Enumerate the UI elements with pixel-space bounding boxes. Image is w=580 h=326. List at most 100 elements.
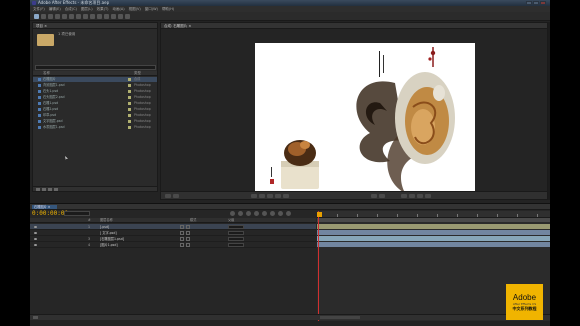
project-panel-tab[interactable]: 项目 ×	[33, 23, 157, 29]
trash-icon[interactable]	[54, 188, 58, 191]
visibility-eye-icon[interactable]	[34, 244, 37, 246]
layer-duration-bar[interactable]	[317, 236, 550, 241]
brainstorm-icon[interactable]	[270, 211, 275, 216]
menu-edit[interactable]: 编辑(E)	[49, 7, 61, 12]
mask-visibility-icon[interactable]	[267, 194, 273, 198]
switch-box-icon[interactable]	[180, 225, 184, 229]
new-comp-icon[interactable]	[48, 188, 52, 191]
zoom-slider[interactable]	[320, 316, 360, 319]
puppet-tool-icon[interactable]	[125, 14, 130, 19]
column-layer-name[interactable]: 图层名称	[100, 218, 113, 223]
label-color-icon[interactable]	[128, 126, 131, 129]
switch-box-icon[interactable]	[180, 243, 184, 247]
current-timecode[interactable]: 0:00:00:00	[32, 211, 68, 217]
project-item[interactable]: 水墨图层1.psd Photoshop	[33, 125, 157, 130]
work-area-bar[interactable]	[317, 218, 550, 222]
motion-blur-icon[interactable]	[262, 211, 267, 216]
switch-box-icon[interactable]	[180, 231, 184, 235]
timeline-search-input[interactable]	[64, 211, 90, 216]
menu-help[interactable]: 帮助(H)	[162, 7, 174, 12]
3d-view-dropdown[interactable]	[371, 194, 377, 198]
transparency-grid-icon[interactable]	[259, 194, 265, 198]
label-color-icon[interactable]	[128, 108, 131, 111]
project-item[interactable]: 石雕1.psd Photoshop	[33, 101, 157, 106]
timeline-tab[interactable]: 石雕图片 ×	[32, 205, 57, 209]
project-search-input[interactable]	[35, 65, 156, 70]
project-item[interactable]: 印章.psd Photoshop	[33, 113, 157, 118]
snapshot-icon[interactable]	[275, 194, 281, 198]
viewer-canvas-area[interactable]	[161, 29, 547, 197]
project-item[interactable]: 石雕2.psd Photoshop	[33, 107, 157, 112]
flowchart-icon[interactable]	[417, 194, 423, 198]
hand-tool-icon[interactable]	[41, 14, 46, 19]
layer-duration-bar[interactable]	[317, 242, 550, 247]
frame-blending-icon[interactable]	[254, 211, 259, 216]
graph-editor-icon[interactable]	[286, 211, 291, 216]
switch-box-icon[interactable]	[180, 237, 184, 241]
zoom-tool-icon[interactable]	[48, 14, 53, 19]
selection-tool-icon[interactable]	[34, 14, 39, 19]
close-button[interactable]	[540, 1, 546, 5]
layer-name[interactable]: [图片1.psd]	[100, 242, 118, 248]
minimize-button[interactable]	[526, 1, 532, 5]
project-item[interactable]: 石头图层2.psd Photoshop	[33, 95, 157, 100]
label-color-icon[interactable]	[128, 78, 131, 81]
column-mode[interactable]: 模式	[190, 218, 196, 223]
parent-dropdown[interactable]	[228, 231, 244, 235]
parent-dropdown[interactable]	[228, 243, 244, 247]
switch-box-icon[interactable]	[186, 231, 190, 235]
switch-box-icon[interactable]	[186, 225, 190, 229]
project-item[interactable]: 文字图层.psd Photoshop	[33, 119, 157, 124]
label-color-icon[interactable]	[128, 114, 131, 117]
column-name[interactable]: 名称	[43, 71, 50, 76]
visibility-eye-icon[interactable]	[34, 226, 37, 228]
clone-tool-icon[interactable]	[104, 14, 109, 19]
layer-duration-bar[interactable]	[317, 230, 550, 235]
current-time-indicator[interactable]	[317, 211, 322, 321]
maximize-button[interactable]	[533, 1, 539, 5]
label-color-icon[interactable]	[128, 96, 131, 99]
menu-file[interactable]: 文件(F)	[33, 7, 45, 12]
camera-tool-icon[interactable]	[62, 14, 67, 19]
show-channel-icon[interactable]	[283, 194, 289, 198]
label-color-icon[interactable]	[128, 120, 131, 123]
label-color-icon[interactable]	[128, 90, 131, 93]
menu-effect[interactable]: 效果(T)	[97, 7, 109, 12]
layer-row[interactable]: 4 [图片1.psd]	[30, 242, 316, 248]
auto-keyframe-icon[interactable]	[278, 211, 283, 216]
region-of-interest-icon[interactable]	[251, 194, 257, 198]
fast-previews-icon[interactable]	[401, 194, 407, 198]
parent-dropdown[interactable]	[228, 225, 244, 229]
brush-tool-icon[interactable]	[97, 14, 102, 19]
eraser-tool-icon[interactable]	[111, 14, 116, 19]
switch-box-icon[interactable]	[186, 243, 190, 247]
visibility-eye-icon[interactable]	[34, 232, 37, 234]
rotate-tool-icon[interactable]	[55, 14, 60, 19]
project-item[interactable]: 石雕图片 合成	[33, 77, 157, 82]
parent-dropdown[interactable]	[228, 237, 244, 241]
layer-duration-bar[interactable]	[317, 224, 550, 229]
comp-mini-flowchart-icon[interactable]	[230, 211, 235, 216]
text-tool-icon[interactable]	[90, 14, 95, 19]
resolution-dropdown[interactable]	[173, 194, 179, 198]
menu-composition[interactable]: 合成(C)	[65, 7, 77, 12]
switch-box-icon[interactable]	[186, 237, 190, 241]
menu-layer[interactable]: 图层(L)	[81, 7, 93, 12]
expand-switches-icon[interactable]	[33, 316, 38, 319]
project-item[interactable]: 石头1.psd Photoshop	[33, 89, 157, 94]
view-layout-dropdown[interactable]	[379, 194, 385, 198]
current-time-indicator-handle[interactable]	[317, 212, 322, 217]
column-parent[interactable]: 父级	[228, 218, 234, 223]
new-folder-icon[interactable]	[42, 188, 46, 191]
menu-view[interactable]: 视图(V)	[129, 7, 141, 12]
roto-brush-tool-icon[interactable]	[118, 14, 123, 19]
visibility-eye-icon[interactable]	[34, 238, 37, 240]
shy-layers-icon[interactable]	[246, 211, 251, 216]
mask-tool-icon[interactable]	[76, 14, 81, 19]
timeline-icon[interactable]	[409, 194, 415, 198]
pan-behind-tool-icon[interactable]	[69, 14, 74, 19]
label-color-icon[interactable]	[128, 84, 131, 87]
right-scrollbar[interactable]	[548, 22, 550, 200]
project-item[interactable]: 背景图层1.psd Photoshop	[33, 83, 157, 88]
magnification-dropdown[interactable]	[165, 194, 171, 198]
